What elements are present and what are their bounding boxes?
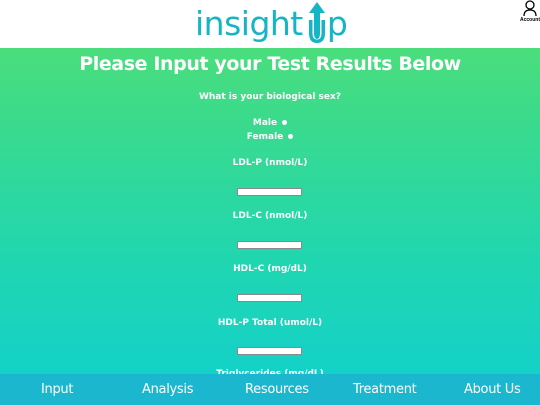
radio-male-dot[interactable] [282,120,288,125]
radio-female[interactable]: Female [0,131,540,143]
logo-up: U p [303,2,348,44]
account-label: Account [520,17,540,23]
bottom-nav: Input Analysis Resources Treatment About… [0,374,540,405]
ldl-c-input[interactable] [237,241,302,249]
logo-u-arrow: U [303,2,327,44]
page-title: Please Input your Test Results Below [79,53,461,75]
hdl-p-total-input[interactable] [237,347,302,355]
hdl-p-total-label: HDL-P Total (umol/L) [217,318,323,328]
user-icon [523,0,537,16]
radio-male-label: Male [252,118,278,128]
ldl-p-label: LDL-P (nmol/L) [232,158,308,168]
nav-treatment[interactable]: Treatment [353,374,417,405]
nav-input[interactable]: Input [41,374,73,405]
sex-question-label: What is your biological sex? [198,92,342,102]
nav-about-us[interactable]: About Us [464,374,521,405]
radio-female-label: Female [246,132,284,142]
account-button[interactable]: Account [518,0,540,30]
ldl-c-label: LDL-C (nmol/L) [232,211,308,221]
nav-analysis[interactable]: Analysis [142,374,193,405]
logo-p: p [326,4,348,43]
up-arrow-icon [308,2,325,43]
app-header: insight U p Account [0,0,540,48]
ldl-p-input[interactable] [237,188,302,196]
nav-resources[interactable]: Resources [245,374,309,405]
insightup-logo[interactable]: insight U p [195,2,348,44]
hdl-c-input[interactable] [237,294,302,302]
radio-female-dot[interactable] [288,134,294,139]
logo-text: insight [195,4,303,43]
hdl-c-label: HDL-C (mg/dL) [233,264,307,274]
radio-male[interactable]: Male [0,117,540,129]
